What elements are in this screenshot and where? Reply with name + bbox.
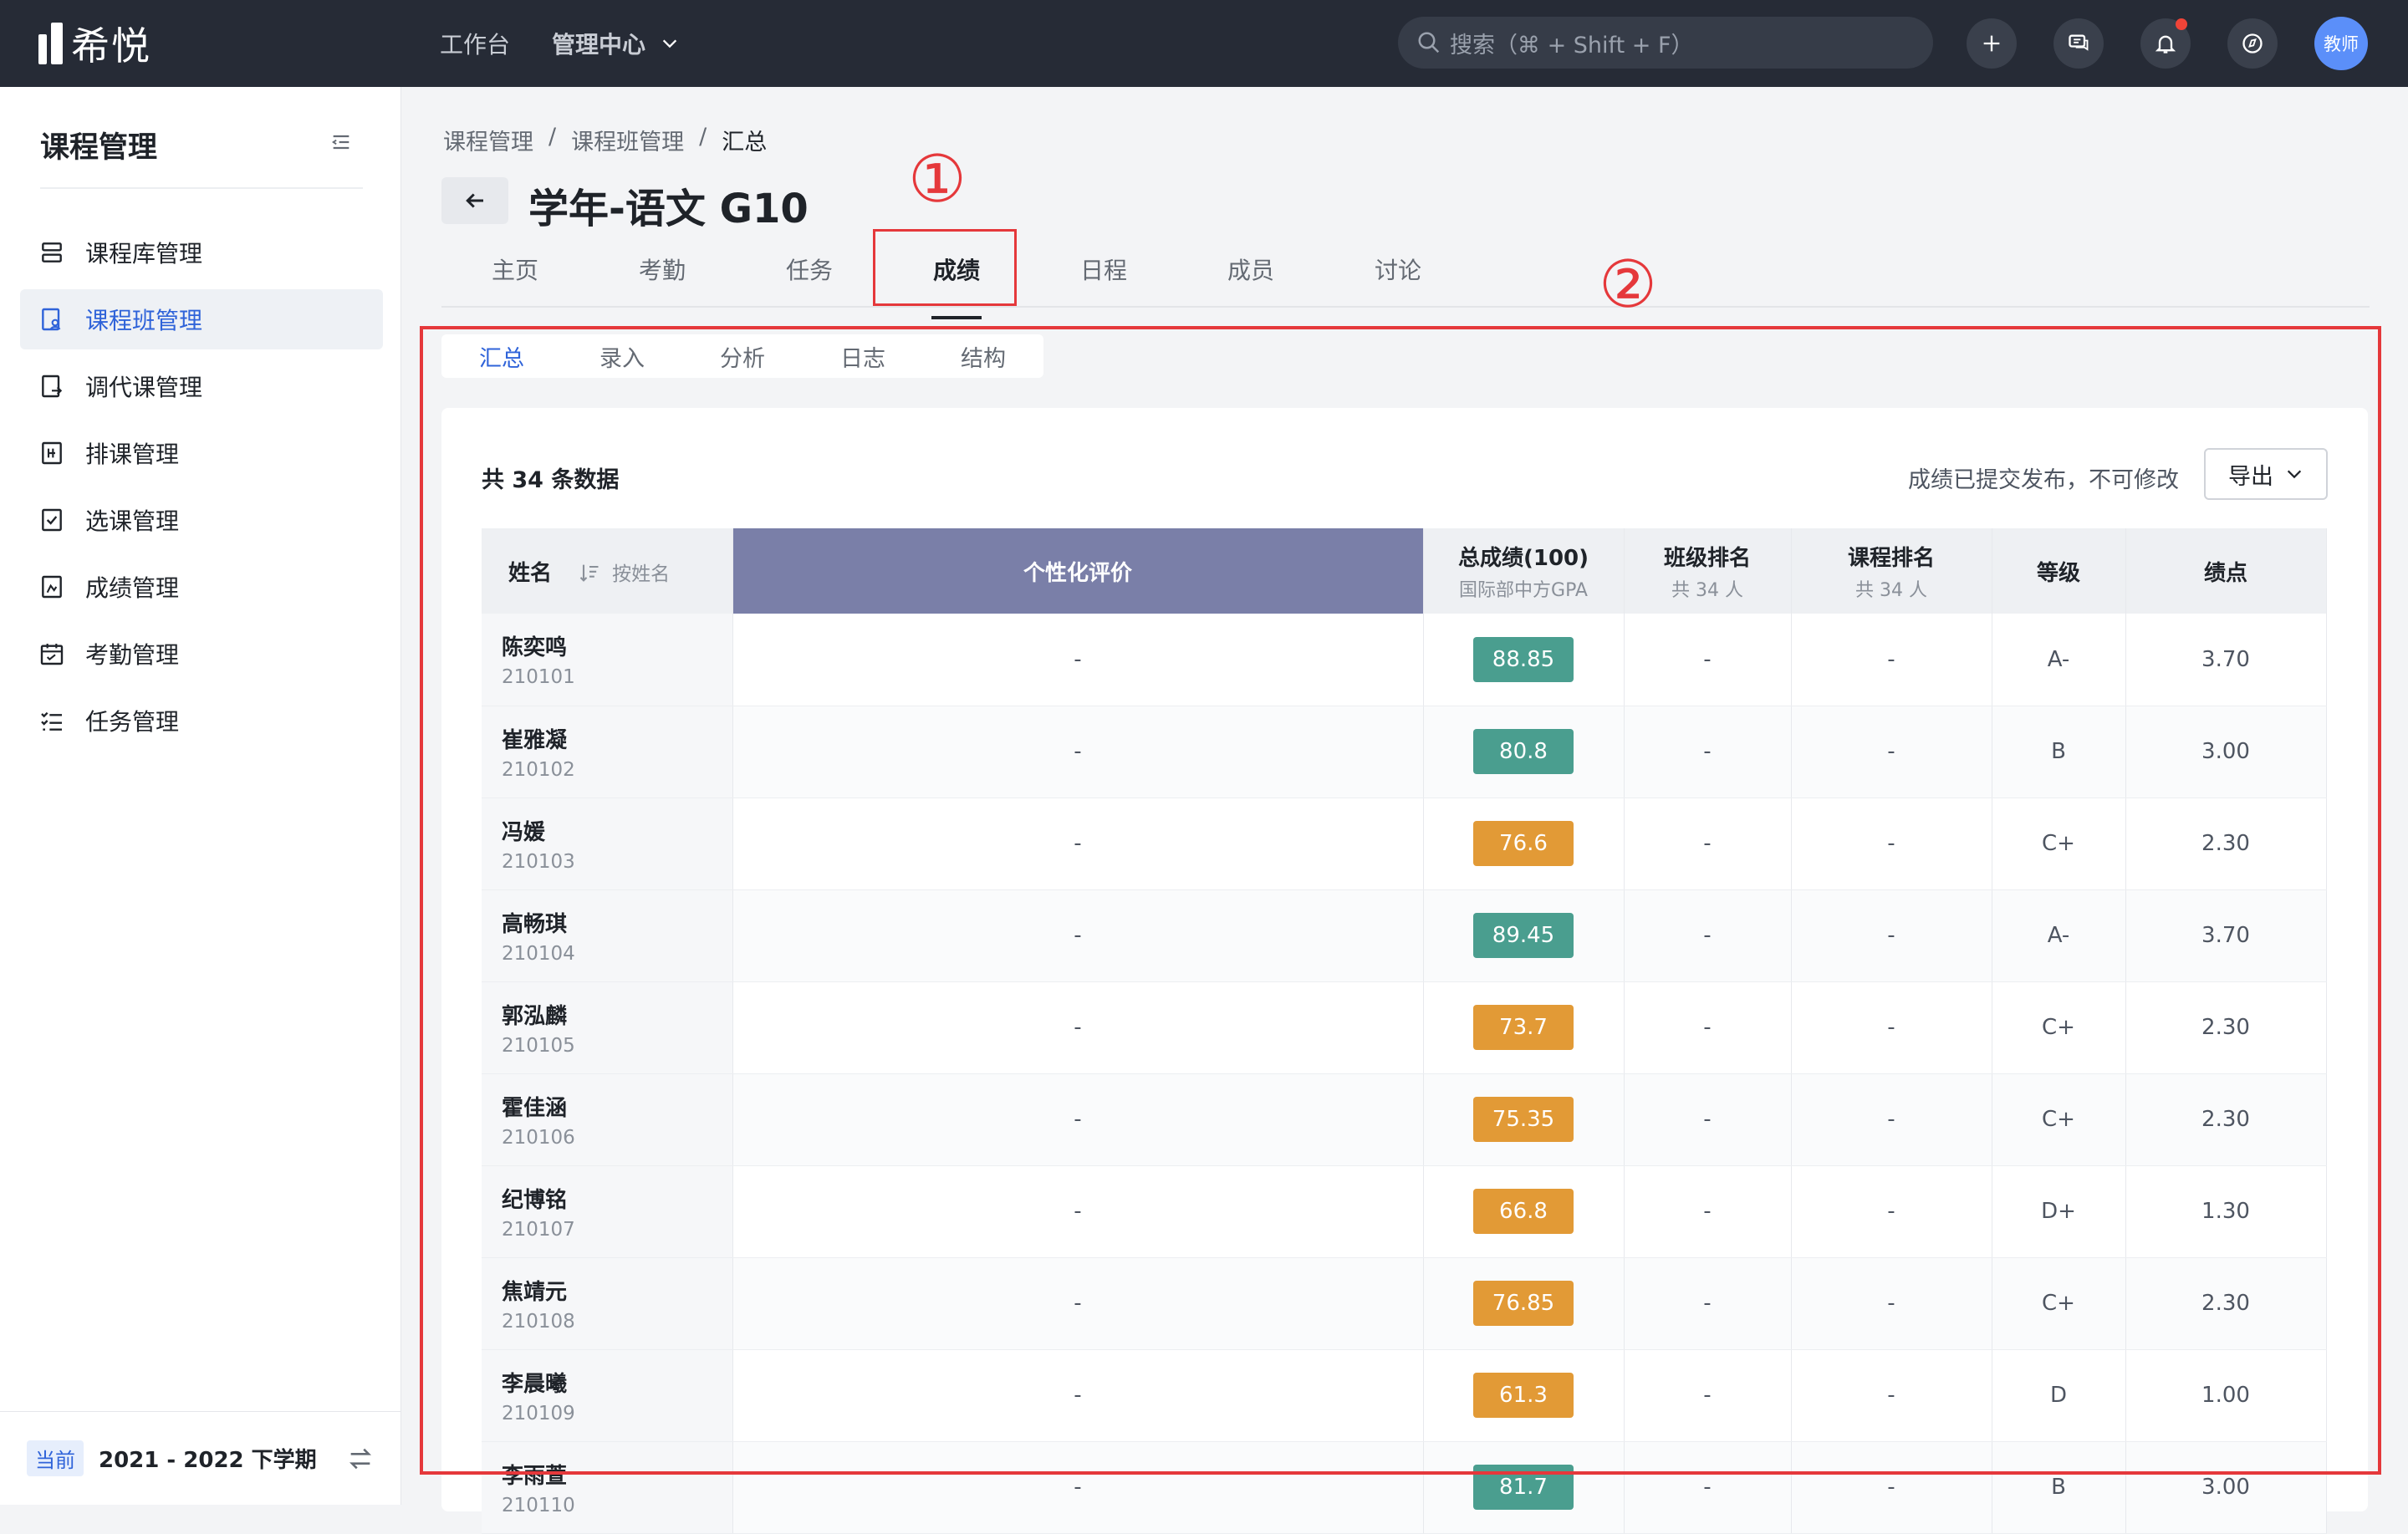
current-term-tag: 当前	[27, 1440, 84, 1476]
breadcrumb-course-management[interactable]: 课程管理	[443, 124, 533, 156]
breadcrumb-separator: /	[699, 124, 707, 150]
breadcrumb-current: 汇总	[722, 130, 768, 155]
sidebar-item-label: 排课管理	[85, 441, 180, 468]
sidebar-item-label: 成绩管理	[85, 574, 180, 602]
user-avatar[interactable]: 教师	[2314, 17, 2368, 70]
course-tabs: 主页 考勤 任务 成绩 日程 成员 讨论	[441, 247, 2370, 319]
collapse-sidebar-icon[interactable]	[329, 130, 353, 154]
nav-admin-center-label: 管理中心	[552, 31, 646, 59]
checkbox-icon	[42, 508, 62, 532]
sidebar-item-tasks[interactable]: 任务管理	[20, 691, 383, 751]
nav-workbench[interactable]: 工作台	[440, 27, 510, 60]
logo-mark-icon	[38, 23, 63, 64]
annotation-number-1: ①	[908, 142, 967, 217]
annotation-box-2	[420, 326, 2381, 1475]
annotation-box-1	[873, 229, 1017, 306]
sidebar-item-grades[interactable]: 成绩管理	[20, 557, 383, 617]
notifications-button[interactable]	[2140, 18, 2191, 69]
calendar-icon	[40, 644, 64, 665]
student-id: 210110	[502, 1494, 575, 1516]
app-logo[interactable]: 希悦	[38, 16, 440, 71]
sidebar-item-label: 课程班管理	[85, 307, 203, 334]
search-input[interactable]: 搜索（⌘ + Shift + F）	[1398, 17, 1933, 69]
bell-icon	[2155, 35, 2176, 54]
switch-arrows-icon[interactable]	[346, 1445, 375, 1473]
tab-discussion[interactable]: 讨论	[1324, 247, 1472, 306]
breadcrumb: 课程管理 / 课程班管理 / 汇总	[443, 124, 767, 156]
breadcrumb-separator: /	[548, 124, 557, 150]
sidebar-item-course-class[interactable]: 课程班管理	[20, 289, 383, 349]
chat-icon	[2069, 34, 2089, 51]
sidebar-item-label: 选课管理	[85, 507, 180, 535]
tab-attendance[interactable]: 考勤	[589, 247, 736, 306]
grade-icon	[42, 575, 62, 599]
compass-icon	[2242, 33, 2263, 54]
nav-admin-center[interactable]: 管理中心	[552, 27, 679, 60]
top-bar: 希悦 工作台 管理中心 搜索（⌘ + Shift + F） 教师	[0, 0, 2408, 87]
schedule-icon	[42, 441, 62, 465]
class-icon	[42, 308, 61, 331]
sidebar-item-course-library[interactable]: 课程库管理	[20, 222, 383, 283]
swap-doc-icon	[42, 375, 63, 398]
tab-schedule[interactable]: 日程	[1030, 247, 1177, 306]
plus-icon	[1983, 35, 2000, 52]
breadcrumb-course-class[interactable]: 课程班管理	[571, 124, 684, 156]
top-nav: 工作台 管理中心	[440, 27, 679, 60]
sidebar-divider	[40, 187, 363, 189]
app-name: 希悦	[71, 23, 151, 69]
chevron-down-icon	[662, 39, 677, 48]
sidebar-item-course-selection[interactable]: 选课管理	[20, 490, 383, 550]
sidebar-item-label: 课程库管理	[85, 240, 203, 268]
page-title: 学年-语文 G10	[528, 186, 809, 232]
tab-home[interactable]: 主页	[441, 247, 589, 306]
tab-members[interactable]: 成员	[1177, 247, 1324, 306]
search-icon	[1418, 32, 1440, 54]
sidebar-item-label: 考勤管理	[85, 641, 180, 669]
stack-icon	[42, 242, 62, 262]
sidebar-title: 课程管理	[40, 131, 158, 165]
term-selector[interactable]: 当前 2021 - 2022 下学期	[0, 1411, 401, 1505]
current-term: 2021 - 2022 下学期	[99, 1448, 317, 1473]
sidebar-item-attendance[interactable]: 考勤管理	[20, 624, 383, 684]
search-placeholder: 搜索（⌘ + Shift + F）	[1450, 32, 1694, 59]
tasklist-icon	[41, 711, 62, 731]
arrow-left-icon	[466, 193, 483, 208]
sidebar-item-substitute[interactable]: 调代课管理	[20, 356, 383, 416]
sidebar-item-label: 调代课管理	[85, 374, 203, 401]
messages-button[interactable]	[2053, 18, 2104, 69]
sidebar-item-label: 任务管理	[85, 708, 180, 736]
annotation-number-2: ②	[1599, 247, 1657, 323]
add-button[interactable]	[1967, 18, 2017, 69]
sidebar-menu: 课程库管理 课程班管理 调代课管理 排课管理 选课管理 成绩管理 考勤管理 任务…	[20, 222, 383, 757]
help-button[interactable]	[2227, 18, 2278, 69]
sidebar: 课程管理 课程库管理 课程班管理 调代课管理 排课管理 选课管理 成绩管理 考勤…	[0, 87, 401, 1505]
tab-tasks[interactable]: 任务	[736, 247, 883, 306]
notification-dot	[2176, 18, 2187, 30]
back-button[interactable]	[441, 177, 508, 224]
sidebar-item-scheduling[interactable]: 排课管理	[20, 423, 383, 483]
